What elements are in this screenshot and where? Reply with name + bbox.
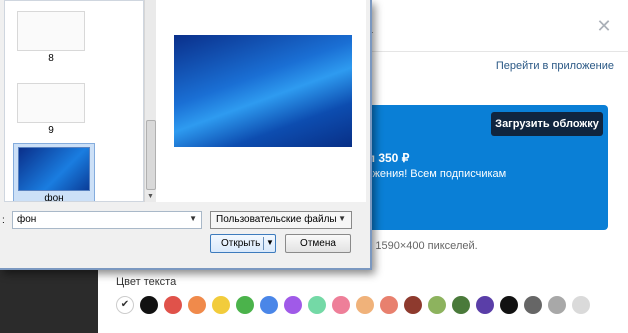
color-swatch[interactable] [428,296,446,314]
text-color-label: Цвет текста [116,276,177,288]
file-thumbnail [17,11,85,51]
color-swatch[interactable] [500,296,518,314]
size-hint: ии 1590×400 пикселей. [360,240,478,252]
file-label: 9 [48,125,54,136]
split-divider [263,237,264,250]
color-swatch[interactable] [308,296,326,314]
color-swatch[interactable] [572,296,590,314]
file-item[interactable]: 8 [17,11,85,64]
chevron-down-icon[interactable]: ▼ [189,214,197,223]
color-swatch[interactable] [332,296,350,314]
color-swatch[interactable] [404,296,422,314]
scrollbar-thumb[interactable] [146,120,156,190]
filename-value: фон [17,214,37,225]
color-swatch[interactable] [452,296,470,314]
file-thumbnail [17,83,85,123]
color-swatch-selected[interactable]: ✔ [116,296,134,314]
file-item-selected[interactable]: фон [13,143,95,202]
color-swatch[interactable] [140,296,158,314]
file-type-select[interactable]: Пользовательские файлы ▼ [210,211,352,229]
file-thumbnail [18,147,90,191]
filename-label: : [2,215,5,226]
filename-input[interactable]: фон ▼ [12,211,202,229]
upload-cover-button[interactable]: Загрузить обложку [491,112,603,136]
file-type-value: Пользовательские файлы [216,214,337,225]
file-label: 8 [48,53,54,64]
banner-text: ложения! Всем подписчикам [360,168,507,180]
file-list: 8 9 фон [4,0,144,202]
open-file-dialog: 8 9 фон ▼ : фон ▼ Пользовательские файлы… [0,0,372,270]
color-swatch[interactable] [380,296,398,314]
chevron-down-icon[interactable]: ▼ [338,214,346,223]
color-swatch[interactable] [260,296,278,314]
color-swatch[interactable] [236,296,254,314]
chevron-down-icon[interactable]: ▼ [266,238,274,247]
color-swatch[interactable] [284,296,302,314]
color-swatch[interactable] [356,296,374,314]
preview-image [174,35,352,147]
cover-banner: Загрузить обложку ил 350 ₽ ложения! Всем… [360,105,608,230]
open-button[interactable]: Открыть ▼ [210,234,276,253]
color-swatch[interactable] [548,296,566,314]
color-swatch[interactable] [188,296,206,314]
file-label: фон [44,193,64,202]
scroll-down-icon[interactable]: ▼ [147,193,154,200]
file-list-scrollbar[interactable]: ▼ [144,0,156,202]
preview-pane [156,0,366,202]
file-item[interactable]: 9 [17,83,85,136]
go-to-app-link[interactable]: Перейти в приложение [496,60,614,72]
close-icon[interactable]: ✕ [594,16,614,36]
color-swatch[interactable] [212,296,230,314]
open-button-label: Открыть [221,238,261,249]
color-swatches: ✔ [116,296,590,314]
color-swatch[interactable] [476,296,494,314]
cancel-button[interactable]: Отмена [285,234,351,253]
color-swatch[interactable] [164,296,182,314]
color-swatch[interactable] [524,296,542,314]
